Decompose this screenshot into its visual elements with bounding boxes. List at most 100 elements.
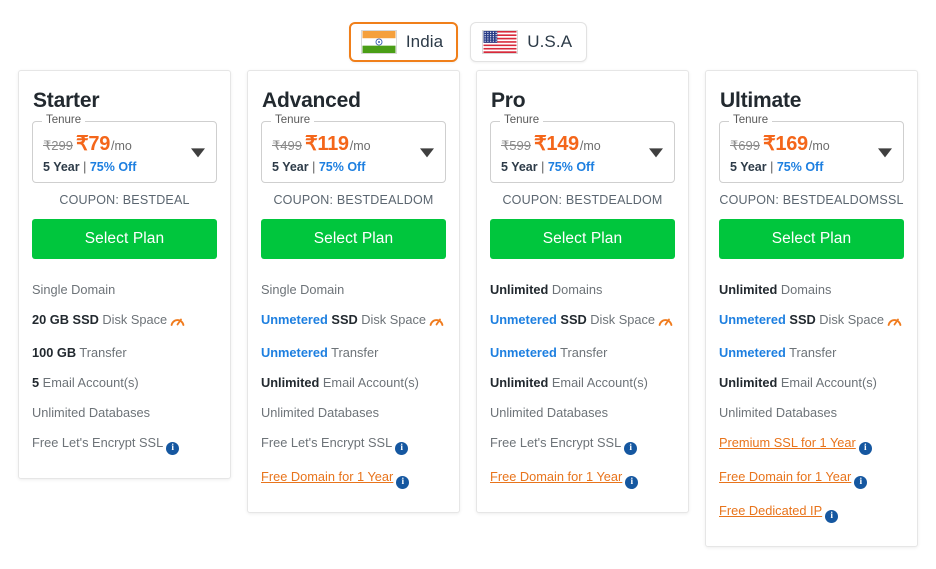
feature-highlight: Unmetered — [261, 311, 328, 327]
feature-list: Single Domain Unmetered SSD Disk Space Un… — [261, 275, 446, 496]
feature-text: Unlimited Databases — [490, 404, 609, 420]
feature-text: Domains — [777, 282, 832, 297]
feature-text: Single Domain — [261, 282, 345, 297]
coupon-code: COUPON: BESTDEALDOM — [502, 193, 663, 207]
feature-item: Single Domain — [32, 275, 217, 305]
price-row: ₹699 ₹169 /mo — [730, 125, 893, 156]
info-icon[interactable]: i — [854, 475, 868, 489]
info-icon[interactable]: i — [825, 509, 839, 523]
feature-item: Unmetered SSD Disk Space — [490, 305, 675, 338]
tenure-term: 5 Year — [501, 160, 538, 174]
feature-link[interactable]: Free Dedicated IP — [719, 503, 822, 518]
plan-card: Pro Tenure ₹599 ₹149 /mo 5 Year | 75% Of… — [476, 70, 689, 513]
info-icon[interactable]: i — [858, 441, 872, 455]
plan-card: Starter Tenure ₹299 ₹79 /mo 5 Year | 75%… — [18, 70, 231, 479]
feature-item: Unmetered Transfer — [490, 338, 675, 368]
current-price: ₹119 — [304, 133, 349, 155]
coupon-code: COUPON: BESTDEALDOM — [273, 193, 434, 207]
feature-highlight: Unmetered — [719, 311, 786, 327]
india-flag-icon — [360, 30, 397, 54]
coupon-code: COUPON: BESTDEALDOMSSL — [719, 193, 904, 207]
chevron-down-icon[interactable] — [649, 148, 663, 158]
feature-item: Single Domain — [261, 275, 446, 305]
feature-highlight: Unlimited — [719, 374, 778, 390]
chevron-down-icon[interactable] — [420, 148, 434, 158]
feature-item: Unlimited Databases — [719, 398, 904, 428]
feature-text: Disk Space — [586, 311, 656, 327]
tenure-label: Tenure — [729, 114, 773, 126]
info-icon[interactable]: i — [625, 475, 639, 489]
feature-text: Free Let's Encrypt SSL — [490, 434, 622, 450]
tenure-selector[interactable]: Tenure ₹699 ₹169 /mo 5 Year | 75% Off — [719, 114, 904, 183]
feature-item: Unlimited Databases — [490, 398, 675, 428]
feature-link[interactable]: Free Domain for 1 Year — [490, 469, 622, 484]
feature-link[interactable]: Premium SSL for 1 Year — [719, 435, 856, 450]
feature-text: Transfer — [327, 344, 379, 360]
gauge-icon — [170, 314, 185, 331]
info-icon[interactable]: i — [396, 475, 410, 489]
feature-highlight: Unlimited — [490, 282, 549, 297]
feature-item: Unmetered Transfer — [719, 338, 904, 368]
price-row: ₹299 ₹79 /mo — [43, 125, 206, 156]
feature-item: 5 Email Account(s) — [32, 368, 217, 398]
select-plan-button[interactable]: Select Plan — [32, 219, 217, 259]
info-icon[interactable]: i — [395, 441, 409, 455]
plan-title: Ultimate — [720, 89, 802, 112]
country-tab-label: U.S.A — [527, 32, 573, 51]
info-icon[interactable]: i — [166, 441, 180, 455]
select-plan-button[interactable]: Select Plan — [490, 219, 675, 259]
feature-item: Unmetered SSD Disk Space — [719, 305, 904, 338]
tenure-term: 5 Year — [272, 160, 309, 174]
feature-text: Unlimited Databases — [32, 404, 151, 420]
feature-item: Unlimited Email Account(s) — [719, 368, 904, 398]
tenure-selector[interactable]: Tenure ₹299 ₹79 /mo 5 Year | 75% Off — [32, 114, 217, 183]
tenure-summary: 5 Year | 75% Off — [501, 160, 664, 174]
plan-card: Advanced Tenure ₹499 ₹119 /mo 5 Year | 7… — [247, 70, 460, 513]
price-period: /mo — [579, 139, 601, 153]
feature-text: Email Account(s) — [777, 374, 877, 390]
feature-item: Unlimited Email Account(s) — [490, 368, 675, 398]
feature-item: Unlimited Domains — [719, 275, 904, 305]
tenure-selector[interactable]: Tenure ₹599 ₹149 /mo 5 Year | 75% Off — [490, 114, 675, 183]
select-plan-button[interactable]: Select Plan — [261, 219, 446, 259]
feature-text: Disk Space — [98, 311, 168, 327]
country-tab-usa[interactable]: U.S.A — [470, 22, 588, 62]
price-row: ₹599 ₹149 /mo — [501, 125, 664, 156]
feature-highlight-2: SSD — [560, 311, 587, 327]
feature-highlight: Unmetered — [261, 344, 328, 360]
feature-item: Unlimited Databases — [261, 398, 446, 428]
discount-label: 75% Off — [318, 160, 366, 174]
coupon-code: COUPON: BESTDEAL — [59, 193, 190, 207]
discount-label: 75% Off — [547, 160, 595, 174]
plan-title: Starter — [33, 89, 100, 112]
feature-item: Unlimited Domains — [490, 275, 675, 305]
feature-text: Unlimited Databases — [719, 404, 838, 420]
country-tab-label: India — [405, 32, 444, 51]
price-period: /mo — [808, 139, 830, 153]
tenure-separator: | — [766, 160, 777, 174]
feature-list: Single Domain 20 GB SSD Disk Space 100 GB… — [32, 275, 217, 462]
feature-link[interactable]: Free Domain for 1 Year — [261, 469, 393, 484]
info-icon[interactable]: i — [624, 441, 638, 455]
gauge-icon — [658, 314, 673, 331]
chevron-down-icon[interactable] — [878, 148, 892, 158]
feature-item: Unlimited Databases — [32, 398, 217, 428]
feature-item: Free Dedicated IP i — [719, 496, 904, 530]
feature-highlight: Unlimited — [261, 374, 320, 390]
tenure-selector[interactable]: Tenure ₹499 ₹119 /mo 5 Year | 75% Off — [261, 114, 446, 183]
feature-text: Email Account(s) — [548, 374, 648, 390]
feature-item: Free Let's Encrypt SSL i — [32, 428, 217, 462]
feature-text: Free Let's Encrypt SSL — [32, 434, 164, 450]
feature-text: Unlimited Databases — [261, 404, 380, 420]
feature-text: Email Account(s) — [39, 374, 139, 390]
feature-item: Free Domain for 1 Year i — [261, 462, 446, 496]
price-period: /mo — [111, 139, 132, 153]
tenure-separator: | — [79, 160, 90, 174]
country-tab-india[interactable]: India — [348, 22, 459, 62]
feature-highlight: Unmetered — [719, 344, 786, 360]
select-plan-button[interactable]: Select Plan — [719, 219, 904, 259]
tenure-label: Tenure — [271, 114, 315, 126]
tenure-label: Tenure — [500, 114, 544, 126]
chevron-down-icon[interactable] — [191, 148, 205, 158]
feature-link[interactable]: Free Domain for 1 Year — [719, 469, 851, 484]
